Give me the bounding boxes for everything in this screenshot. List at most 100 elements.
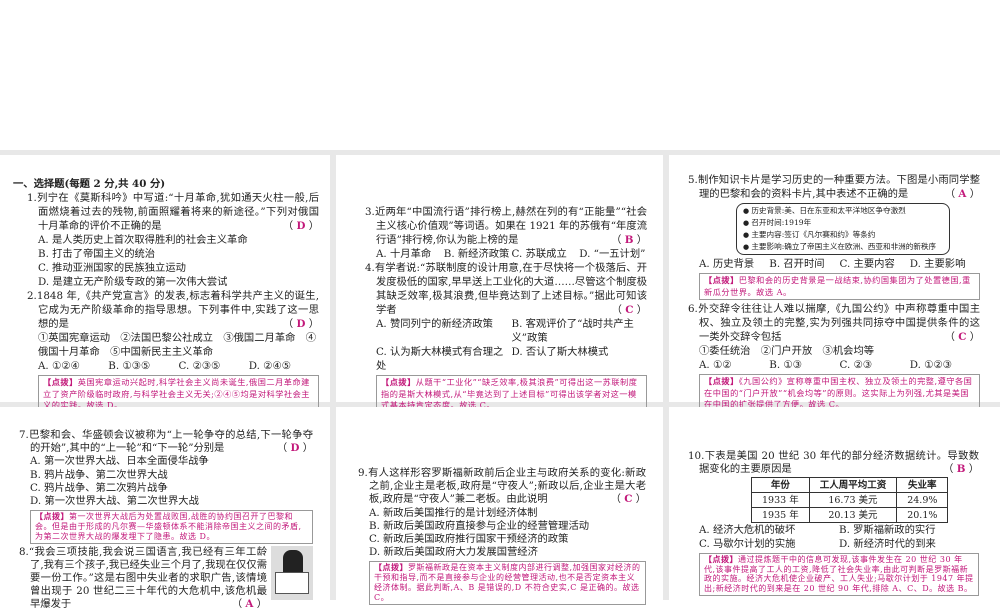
question-8: 8.“我会三项技能,我会说三国语言,我已经有三年工龄了,我有三个孩子,我已经失业… [19,545,313,612]
paren-left: （ [943,463,957,476]
option-B[interactable]: B. 召开时间 [769,257,839,271]
explanation-label: 【点拨】 [381,377,416,387]
option-A[interactable]: A. 是人类历史上首次取得胜利的社会主义革命 [38,233,319,247]
option-A[interactable]: A. ①②④ [38,359,108,373]
answer-mark: （ C ） [611,493,646,506]
question-text: 制作知识卡片是学习历史的一种重要方法。下图是小雨同学整理的巴黎和会的资料卡片,其… [697,174,980,200]
question-text: 下表是美国 20 世纪 30 年代的部分经济数据统计。导致数据变化的主要原因是 [699,450,979,476]
option-D[interactable]: D. 新政后美国政府大力发展国营经济 [369,546,646,559]
option-D[interactable]: D. 是建立无产阶级专政的第一次伟大尝试 [38,275,319,289]
page-panel-2[interactable]: 3.近两年“中国流行语”排行榜上,赫然在列的有“正能量”“社会主义核心价值观”等… [336,155,663,414]
option-D[interactable]: D. 否认了斯大林模式 [512,345,648,373]
option-A[interactable]: A. 十月革命 [376,247,444,261]
data-table: 年份 工人周平均工资 失业率 1933 年 16.73 美元 24.9% 1935 年 20.… [751,477,949,524]
option-C[interactable]: C. 主要内容 [840,257,910,271]
option-D[interactable]: D. 新经济时代的到来 [839,538,979,551]
option-C[interactable]: C. 鸦片战争、第二次鸦片战争 [30,482,313,495]
option-C[interactable]: C. ②③ [840,358,910,372]
paren-right: ） [253,598,267,611]
paren-right: ） [966,188,980,200]
table-header-row: 年份 工人周平均工资 失业率 [751,477,949,494]
paren-right: ） [633,234,647,246]
question-2: 2.1848 年,《共产党宣言》的发表,标志着科学共产主义的诞生,它成为无产阶级… [27,289,319,414]
statement-list: ①英国宪章运动 ②法国巴黎公社成立 ③俄国二月革命 ④俄国十月革命 ⑤中国新民主… [38,332,317,358]
paren-left: （ [282,220,297,232]
table-cell: 1933 年 [751,492,810,509]
option-B[interactable]: B. 新政后美国政府直接参与企业的经营管理活动 [369,520,646,533]
paren-left: （ [231,598,246,611]
option-B[interactable]: B. 客观评价了“战时共产主义”政策 [512,317,648,345]
option-C[interactable]: C. 推动亚洲国家的民族独立运动 [38,261,319,275]
option-A[interactable]: A. ①② [699,358,769,372]
options-list: A. 十月革命 B. 新经济政策 C. 苏联成立 D. “一五计划” [365,247,647,261]
option-B[interactable]: B. 罗斯福新政的实行 [839,524,979,537]
question-stem: 10.下表是美国 20 世纪 30 年代的部分经济数据统计。导致数据变化的主要原… [688,450,979,476]
question-number: 9. [358,467,368,479]
section-heading: 一、选择题(每题 2 分,共 40 分) [13,178,166,190]
option-C[interactable]: C. 新政后美国政府推行国家干预经济的政策 [369,533,646,546]
knowledge-card: 历史背景:美、日在东亚和太平洋地区争夺激烈召开时间:1919年主要内容:签订《凡… [736,203,950,255]
options-list: A. ①②④ B. ①③⑤ C. ②③⑤ D. ②④⑤ [27,359,319,373]
option-D[interactable]: D. 主要影响 [910,257,980,271]
explanation-box: 【点拨】巴黎和会的历史背景是一战结束,协约国集团为了处置德国,重新瓜分世界。故选… [699,273,980,300]
option-B[interactable]: B. ①③ [769,358,839,372]
question-number: 2. [27,290,37,302]
explanation-text: 第一次世界大战后为处置战败国,战胜的协约国召开了巴黎和会。但是由于形成的凡尔赛—… [35,512,302,541]
page-panel-4[interactable]: 7.巴黎和会、华盛顿会议被称为“上一轮争夺的总结,下一轮争夺的开始”,其中的“上… [0,407,330,610]
card-line: 主要影响:确立了帝国主义在欧洲、西亚和非洲的新秩序 [743,241,943,253]
explanation-text: 《九国公约》宣称尊重中国主权、独立及领土的完整,遵守各国在中国的“门户开放”“机… [704,376,973,409]
option-A[interactable]: A. 第一次世界大战、日本全面侵华战争 [30,455,313,468]
paren-right: ） [305,220,319,232]
option-A[interactable]: A. 新政后美国推行的是计划经济体制 [369,507,646,520]
explanation-label: 【点拨】 [704,376,739,386]
explanation-label: 【点拨】 [374,562,408,573]
option-A[interactable]: A. 赞同列宁的新经济政策 [376,317,512,345]
question-text: 近两年“中国流行语”排行榜上,赫然在列的有“正能量”“社会主义核心价值观”等词语… [374,206,647,246]
option-B[interactable]: B. ①③⑤ [108,359,178,373]
question-5: 5.制作知识卡片是学习历史的一种重要方法。下图是小雨同学整理的巴黎和会的资料卡片… [688,173,980,300]
job-sign [275,571,309,594]
question-number: 3. [365,206,375,218]
option-C[interactable]: C. 马歇尔计划的实施 [699,538,839,551]
page-panel-1[interactable]: 一、选择题(每题 2 分,共 40 分) 1.列宁在《莫斯科吟》中写道:“十月革… [0,155,330,414]
explanation-text: 从题干“工业化”“缺乏效率,极其浪费”可得出这一苏联制度指的是斯大林模式,从“毕… [381,377,638,410]
page-panel-3[interactable]: 5.制作知识卡片是学习历史的一种重要方法。下图是小雨同学整理的巴黎和会的资料卡片… [669,155,1000,413]
option-B[interactable]: B. 新经济政策 [444,247,512,261]
question-text: 巴黎和会、华盛顿会议被称为“上一轮争夺的总结,下一轮争夺的开始”,其中的“上一轮… [28,429,313,455]
paren-left: （ [611,234,625,246]
option-A[interactable]: A. 历史背景 [699,257,769,271]
page-panel-5[interactable]: 9.有人这样形容罗斯福新政前后企业主与政府关系的变化:新政之前,企业主是老板,政… [336,407,663,605]
option-A[interactable]: A. 经济大危机的破坏 [699,524,839,537]
option-D[interactable]: D. ①②③ [910,358,980,372]
card-line: 主要内容:签订《凡尔赛和约》等条约 [743,229,943,241]
option-D[interactable]: D. ②④⑤ [249,359,319,373]
explanation-label: 【点拨】 [35,511,69,522]
question-text: 有人这样形容罗斯福新政前后企业主与政府关系的变化:新政之前,企业主是老板,政府是… [367,467,646,506]
question-number: 5. [688,174,698,186]
options-list: A. 是人类历史上首次取得胜利的社会主义革命 B. 打击了帝国主义的统治 C. 推动… [27,233,319,289]
question-number: 10. [688,450,705,462]
option-C[interactable]: C. 苏联成立 [512,247,580,261]
table-header: 年份 [751,477,810,494]
option-C[interactable]: C. ②③⑤ [179,359,249,373]
table-header: 工人周平均工资 [808,477,898,494]
question-stem: 5.制作知识卡片是学习历史的一种重要方法。下图是小雨同学整理的巴黎和会的资料卡片… [688,173,980,201]
option-C[interactable]: C. 认为斯大林模式有合理之处 [376,345,512,373]
answer-mark: （ D ） [283,317,319,331]
paren-left: （ [944,331,959,343]
option-D[interactable]: D. 第一次世界大战、第二次世界大战 [30,495,313,508]
question-stem: 3.近两年“中国流行语”排行榜上,赫然在列的有“正能量”“社会主义核心价值观”等… [365,205,647,247]
table-cell: 20.13 美元 [808,507,898,524]
option-B[interactable]: B. 打击了帝国主义的统治 [38,247,319,261]
options-list: A. 新政后美国推行的是计划经济体制 B. 新政后美国政府直接参与企业的经营管理活… [358,507,646,560]
answer-mark: （ A ） [945,187,980,201]
question-3: 3.近两年“中国流行语”排行榜上,赫然在列的有“正能量”“社会主义核心价值观”等… [365,205,647,261]
option-D[interactable]: D. “一五计划” [579,247,647,261]
page-panel-6[interactable]: 10.下表是美国 20 世纪 30 年代的部分经济数据统计。导致数据变化的主要原… [669,407,1000,600]
question-text: 1848 年,《共产党宣言》的发表,标志着科学共产主义的诞生,它成为无产阶级革命… [36,290,319,330]
answer-mark: （ C ） [945,330,980,344]
question-10: 10.下表是美国 20 世纪 30 年代的部分经济数据统计。导致数据变化的主要原… [688,450,979,596]
explanation-text: 罗斯福新政是在资本主义制度内部进行调整,加强国家对经济的干预和指导,而不是直接参… [374,563,641,602]
option-B[interactable]: B. 鸦片战争、第二次世界大战 [30,469,313,482]
paren-right: ） [632,493,646,506]
